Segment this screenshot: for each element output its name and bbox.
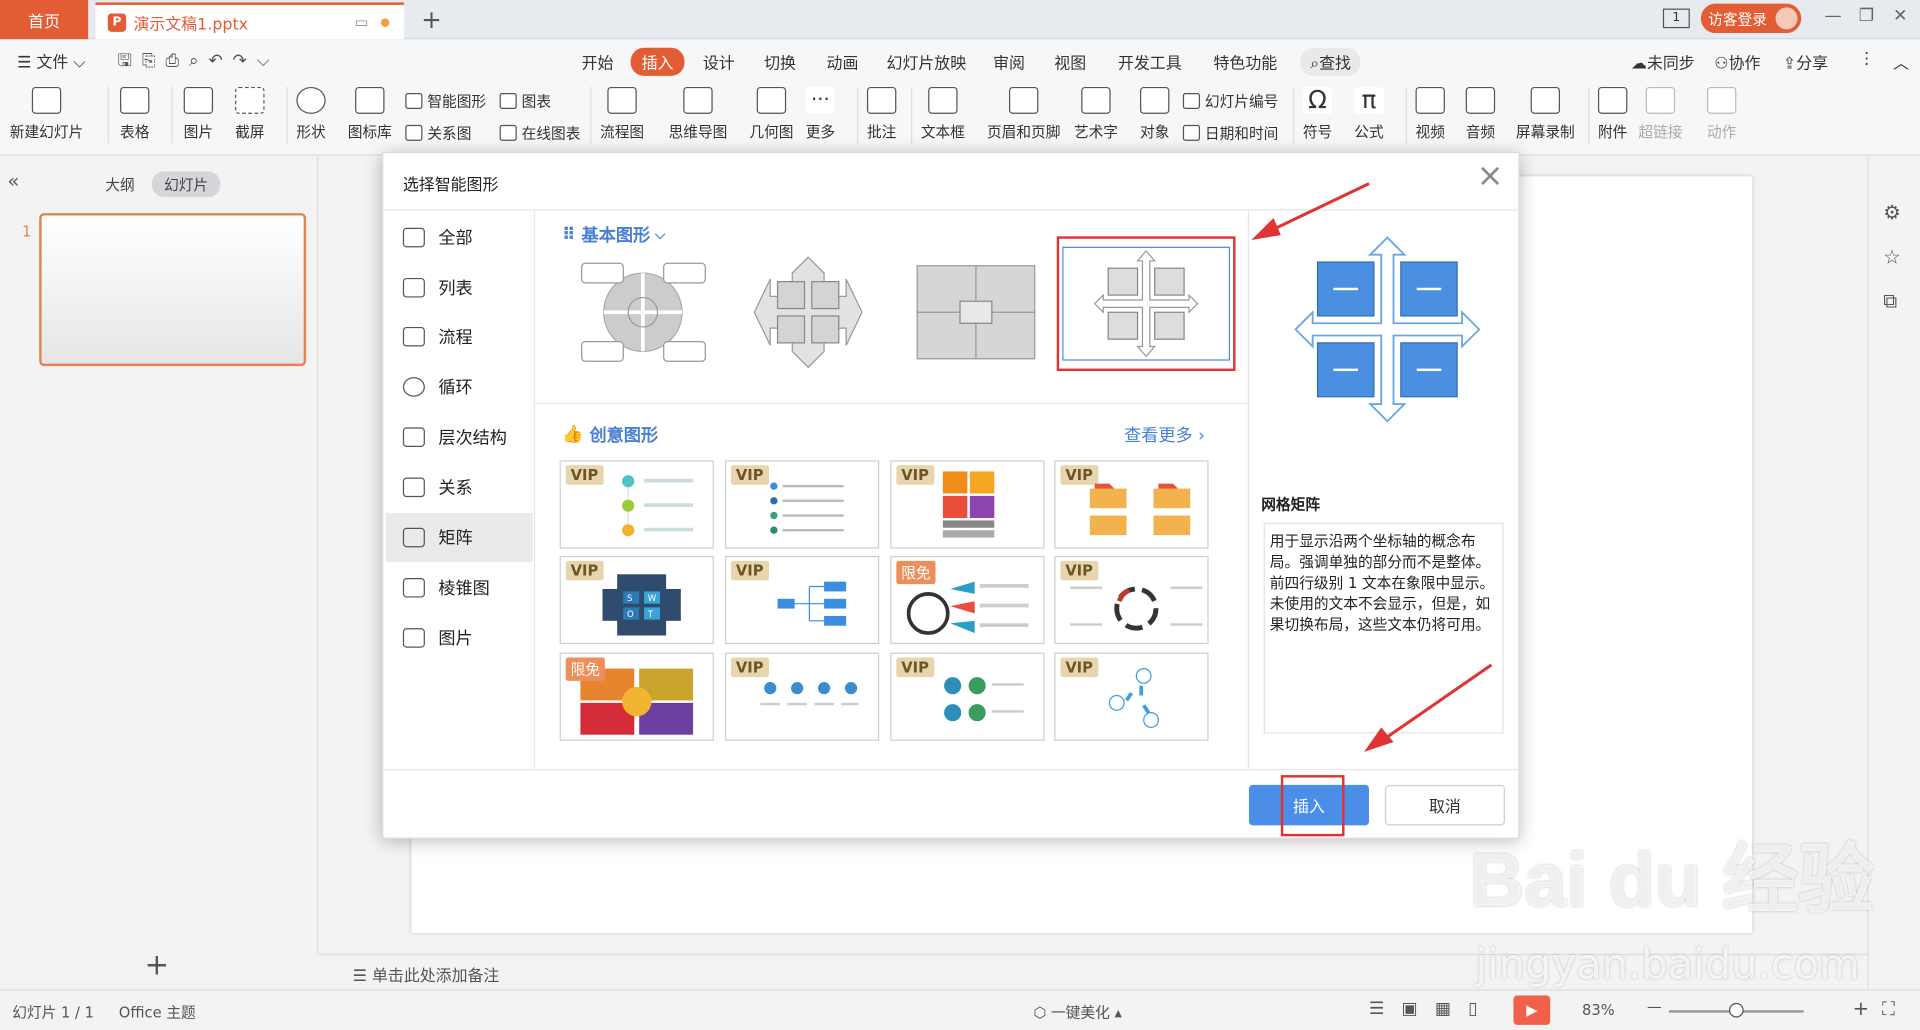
arrow-to-insert — [1375, 663, 1493, 746]
annotation-arrows — [1251, 182, 1493, 752]
arrowhead-icon — [1364, 727, 1394, 752]
arrowhead-icon — [1251, 217, 1281, 241]
